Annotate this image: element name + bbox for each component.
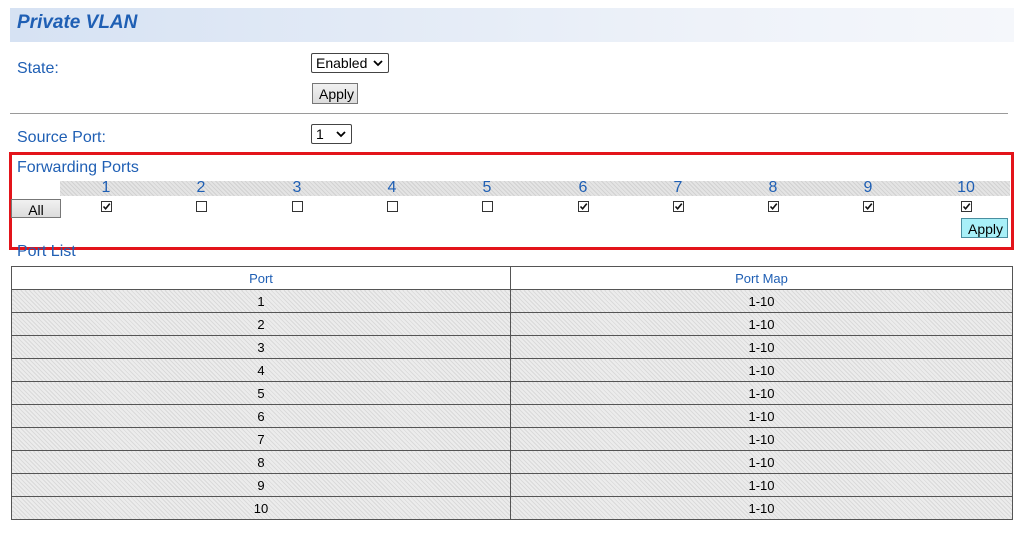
state-label: State: [17,60,59,77]
port-cell: 1 [11,289,511,313]
port-cell: 8 [11,450,511,474]
port-number-label: 2 [196,179,206,196]
table-row: 5 1-10 [11,381,1013,405]
port-checkbox[interactable] [961,201,972,212]
port-number-label: 1 [101,179,111,196]
port-number-label: 4 [387,179,397,196]
port-map-cell: 1-10 [510,358,1013,382]
port-map-cell: 1-10 [510,312,1013,336]
port-number-label: 5 [482,179,492,196]
state-apply-button[interactable]: Apply [312,83,358,104]
port-map-column-header: Port Map [510,266,1013,290]
table-row: 4 1-10 [11,358,1013,382]
port-list-table: Port Port Map 1 1-10 2 1-10 3 1-10 4 1-10 5 1-10 6… [11,266,1013,520]
source-port-label: Source Port: [17,129,106,146]
port-number-label: 7 [673,179,683,196]
port-map-cell: 1-10 [510,335,1013,359]
port-cell: 10 [11,496,511,520]
source-port-select[interactable]: 1 [311,124,352,144]
port-checkbox[interactable] [292,201,303,212]
table-row: 1 1-10 [11,289,1013,313]
table-row: 7 1-10 [11,427,1013,451]
all-button[interactable]: All [11,199,61,218]
port-number-label: 9 [863,179,873,196]
port-cell: 5 [11,381,511,405]
checkmark-icon [962,203,971,211]
table-row: 9 1-10 [11,473,1013,497]
port-cell: 9 [11,473,511,497]
table-header-row: Port Port Map [11,266,1013,290]
port-map-cell: 1-10 [510,404,1013,428]
port-checkbox[interactable] [863,201,874,212]
port-checkbox[interactable] [387,201,398,212]
table-row: 10 1-10 [11,496,1013,520]
port-cell: 2 [11,312,511,336]
port-number-label: 8 [768,179,778,196]
port-cell: 3 [11,335,511,359]
chevron-down-icon [373,60,383,67]
checkmark-icon [102,203,111,211]
divider [10,113,1008,114]
checkmark-icon [864,203,873,211]
page-title: Private VLAN [17,12,138,33]
port-map-cell: 1-10 [510,496,1013,520]
forwarding-apply-button[interactable]: Apply [961,218,1008,238]
port-checkbox[interactable] [673,201,684,212]
checkmark-icon [674,203,683,211]
port-cell: 4 [11,358,511,382]
port-map-cell: 1-10 [510,289,1013,313]
state-select-value: Enabled [316,55,368,71]
port-map-cell: 1-10 [510,450,1013,474]
checkmark-icon [769,203,778,211]
chevron-down-icon [336,131,346,138]
table-row: 6 1-10 [11,404,1013,428]
port-number-label: 3 [292,179,302,196]
port-column-header: Port [11,266,511,290]
state-select[interactable]: Enabled [311,53,389,73]
port-map-cell: 1-10 [510,427,1013,451]
table-row: 3 1-10 [11,335,1013,359]
port-number-label: 10 [957,179,975,196]
source-port-select-value: 1 [316,126,324,142]
port-checkbox[interactable] [196,201,207,212]
port-checkbox[interactable] [578,201,589,212]
title-bar: Private VLAN [10,8,1014,42]
port-map-cell: 1-10 [510,473,1013,497]
table-row: 8 1-10 [11,450,1013,474]
port-list-label: Port List [17,243,76,260]
port-checkbox[interactable] [768,201,779,212]
port-checkbox[interactable] [482,201,493,212]
forwarding-ports-label: Forwarding Ports [17,159,139,176]
port-number-label: 6 [578,179,588,196]
port-cell: 7 [11,427,511,451]
port-map-cell: 1-10 [510,381,1013,405]
port-cell: 6 [11,404,511,428]
checkmark-icon [579,203,588,211]
table-row: 2 1-10 [11,312,1013,336]
port-checkbox[interactable] [101,201,112,212]
